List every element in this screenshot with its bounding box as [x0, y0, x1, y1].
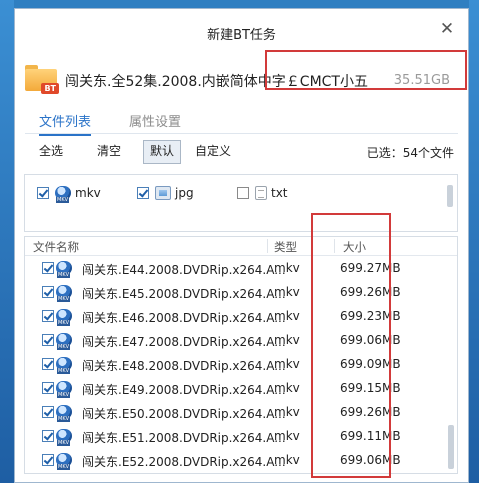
file-type: mkv — [274, 333, 300, 347]
table-row[interactable]: 闯关东.E47.2008.DVDRip.x264.A... mkv 699.06… — [25, 328, 457, 352]
table-row[interactable]: 闯关东.E48.2008.DVDRip.x264.A... mkv 699.09… — [25, 352, 457, 376]
highlight-box-size — [311, 213, 391, 478]
table-row[interactable]: 闯关东.E45.2008.DVDRip.x264.A... mkv 699.26… — [25, 280, 457, 304]
table-row[interactable]: 闯关东.E52.2008.DVDRip.x264.A... mkv 699.06… — [25, 448, 457, 472]
tab-properties[interactable]: 属性设置 — [129, 111, 181, 134]
jpg-icon — [155, 186, 171, 200]
file-table: 文件名称 类型 大小 闯关东.E44.2008.DVDRip.x264.A...… — [24, 236, 458, 474]
file-name: 闯关东.E45.2008.DVDRip.x264.A... — [82, 287, 286, 301]
mkv-icon — [56, 381, 72, 398]
filter-mkv[interactable]: mkv — [37, 183, 101, 203]
tab-file-list[interactable]: 文件列表 — [39, 111, 92, 136]
table-row[interactable]: 闯关东.E51.2008.DVDRip.x264.A... mkv 699.11… — [25, 424, 457, 448]
file-type: mkv — [274, 429, 300, 443]
close-icon[interactable]: ✕ — [438, 20, 456, 38]
highlight-box-title — [265, 50, 467, 90]
file-name: 闯关东.E49.2008.DVDRip.x264.A... — [82, 383, 286, 397]
txt-checkbox[interactable] — [237, 187, 249, 199]
selected-count: 已选：54个文件 — [366, 146, 454, 160]
filter-label: mkv — [75, 186, 101, 200]
bt-badge: BT — [41, 83, 59, 94]
mkv-icon — [56, 453, 72, 470]
file-type: mkv — [274, 309, 300, 323]
mkv-icon — [56, 285, 72, 302]
filter-txt[interactable]: txt — [237, 183, 288, 203]
file-toolbar: 全选 清空 默认 自定义 已选：54个文件 — [15, 134, 468, 170]
table-row[interactable]: 闯关东.E50.2008.DVDRip.x264.A... mkv 699.26… — [25, 400, 457, 424]
table-row[interactable]: 闯关东.E46.2008.DVDRip.x264.A... mkv 699.23… — [25, 304, 457, 328]
row-checkbox[interactable] — [42, 430, 54, 442]
mkv-icon — [56, 333, 72, 350]
custom-button[interactable]: 自定义 — [189, 140, 237, 162]
mkv-icon — [56, 309, 72, 326]
bt-folder-icon: BT — [25, 65, 59, 94]
txt-icon — [255, 186, 267, 200]
clear-button[interactable]: 清空 — [91, 140, 127, 162]
table-scrollbar[interactable] — [447, 257, 455, 469]
mkv-icon — [55, 186, 71, 203]
file-type: mkv — [274, 453, 300, 467]
filter-jpg[interactable]: jpg — [137, 183, 194, 203]
file-name: 闯关东.E50.2008.DVDRip.x264.A... — [82, 407, 286, 421]
table-row[interactable]: 闯关东.E44.2008.DVDRip.x264.A... mkv 699.27… — [25, 256, 457, 280]
tab-bar: 文件列表 属性设置 — [25, 107, 458, 136]
mkv-icon — [56, 429, 72, 446]
file-name: 闯关东.E52.2008.DVDRip.x264.A... — [82, 455, 286, 469]
scroll-thumb[interactable] — [448, 425, 454, 469]
row-checkbox[interactable] — [42, 334, 54, 346]
row-checkbox[interactable] — [42, 286, 54, 298]
file-type: mkv — [274, 405, 300, 419]
file-name: 闯关东.E44.2008.DVDRip.x264.A... — [82, 263, 286, 277]
row-checkbox[interactable] — [42, 382, 54, 394]
mkv-icon — [56, 405, 72, 422]
mkv-checkbox[interactable] — [37, 187, 49, 199]
file-type-filter: mkv jpg txt — [24, 174, 458, 232]
header-type[interactable]: 类型 — [274, 239, 297, 255]
file-name: 闯关东.E47.2008.DVDRip.x264.A... — [82, 335, 286, 349]
select-all-button[interactable]: 全选 — [33, 140, 69, 162]
row-checkbox[interactable] — [42, 262, 54, 274]
default-button[interactable]: 默认 — [143, 140, 182, 164]
row-checkbox[interactable] — [42, 310, 54, 322]
file-type: mkv — [274, 261, 300, 275]
file-type: mkv — [274, 285, 300, 299]
dialog-title: 新建BT任务 — [207, 28, 276, 43]
file-name: 闯关东.E51.2008.DVDRip.x264.A... — [82, 431, 286, 445]
column-divider[interactable] — [267, 239, 268, 253]
file-name: 闯关东.E46.2008.DVDRip.x264.A... — [82, 311, 286, 325]
task-header: BT 闯关东.全52集.2008.内嵌简体中字￡CMCT小五 35.51GB — [15, 50, 468, 107]
file-type: mkv — [274, 357, 300, 371]
filter-scrollbar[interactable] — [447, 185, 453, 207]
row-checkbox[interactable] — [42, 406, 54, 418]
mkv-icon — [56, 357, 72, 374]
title-bar: 新建BT任务 ✕ — [15, 9, 468, 53]
table-row[interactable]: 闯关东.E49.2008.DVDRip.x264.A... mkv 699.15… — [25, 376, 457, 400]
desktop-background-right — [469, 0, 479, 483]
row-checkbox[interactable] — [42, 358, 54, 370]
file-name: 闯关东.E48.2008.DVDRip.x264.A... — [82, 359, 286, 373]
table-header: 文件名称 类型 大小 — [25, 237, 457, 256]
filter-label: txt — [271, 186, 288, 200]
filter-label: jpg — [175, 186, 194, 200]
row-checkbox[interactable] — [42, 454, 54, 466]
jpg-checkbox[interactable] — [137, 187, 149, 199]
file-type: mkv — [274, 381, 300, 395]
header-name[interactable]: 文件名称 — [33, 239, 79, 255]
mkv-icon — [56, 261, 72, 278]
desktop-background-left — [0, 0, 14, 483]
